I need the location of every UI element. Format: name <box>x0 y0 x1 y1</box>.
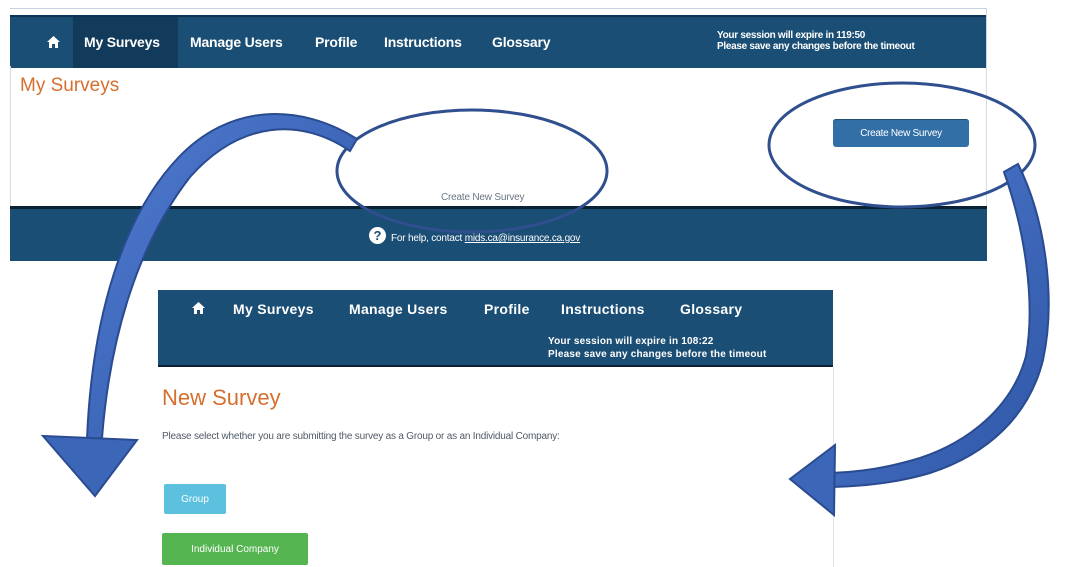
question-circle-icon: ? <box>369 227 386 244</box>
help-email-link[interactable]: mids.ca@insurance.ca.gov <box>465 233 581 244</box>
home-icon[interactable] <box>192 302 205 314</box>
session-expire-text: Your session will expire in 119:50 <box>717 30 866 41</box>
left-arrow-head <box>40 434 139 498</box>
survey-type-description: Please select whether you are submitting… <box>162 431 560 442</box>
session-timer: Your session will expire in 108:22 Pleas… <box>548 335 766 361</box>
help-label: For help, contact <box>391 233 463 244</box>
nav-item-my-surveys[interactable]: My Surveys <box>233 301 314 317</box>
nav-item-profile[interactable]: Profile <box>315 34 357 50</box>
footer: ? For help, contact mids.ca@insurance.ca… <box>10 206 987 261</box>
page-title: New Survey <box>162 385 281 410</box>
top-navbar: My Surveys Manage Users Profile Instruct… <box>10 15 986 68</box>
nav-item-my-surveys[interactable]: My Surveys <box>84 34 160 50</box>
nav-item-glossary[interactable]: Glossary <box>680 301 742 317</box>
nav-item-manage-users[interactable]: Manage Users <box>190 34 283 50</box>
nav-item-glossary[interactable]: Glossary <box>492 34 551 50</box>
individual-company-button[interactable]: Individual Company <box>162 533 308 565</box>
home-icon[interactable] <box>47 36 60 48</box>
nav-item-profile[interactable]: Profile <box>484 301 530 317</box>
session-warning-text: Please save any changes before the timeo… <box>717 41 915 52</box>
session-timer: Your session will expire in 119:50 Pleas… <box>717 30 915 52</box>
bottom-navbar: My Surveys Manage Users Profile Instruct… <box>158 290 833 367</box>
bottom-screenshot: My Surveys Manage Users Profile Instruct… <box>158 290 834 567</box>
top-screenshot: My Surveys Manage Users Profile Instruct… <box>10 8 987 261</box>
nav-item-manage-users[interactable]: Manage Users <box>349 301 448 317</box>
session-warning-text: Please save any changes before the timeo… <box>548 349 767 360</box>
nav-item-instructions[interactable]: Instructions <box>561 301 645 317</box>
group-button[interactable]: Group <box>164 484 226 514</box>
create-new-survey-link[interactable]: Create New Survey <box>441 192 525 203</box>
create-new-survey-button[interactable]: Create New Survey <box>833 119 969 147</box>
page-title: My Surveys <box>20 75 120 96</box>
nav-item-instructions[interactable]: Instructions <box>384 34 462 50</box>
session-expire-text: Your session will expire in 108:22 <box>548 336 714 347</box>
